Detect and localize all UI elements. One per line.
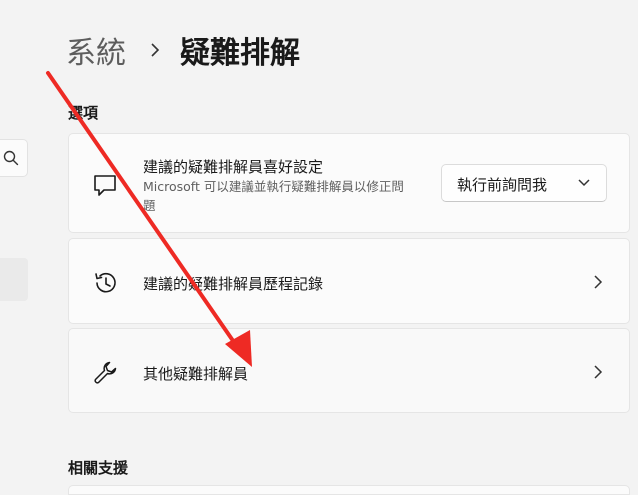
options-section-heading: 選項 — [68, 104, 99, 122]
chevron-right-icon — [594, 275, 603, 289]
wrench-icon — [94, 361, 117, 384]
troubleshooter-history-card[interactable]: 建議的疑難排解員歷程記錄 — [68, 238, 630, 324]
history-title: 建議的疑難排解員歷程記錄 — [143, 275, 324, 293]
dropdown-selected-value: 執行前詢問我 — [457, 176, 548, 194]
breadcrumb-parent-system[interactable]: 系統 — [66, 28, 126, 72]
preferences-title: 建議的疑難排解員喜好設定 — [143, 158, 324, 176]
chat-bubble-icon — [94, 175, 116, 196]
preferences-description: Microsoft 可以建議並執行疑難排解員以修正問題 — [143, 179, 404, 213]
breadcrumb: 系統 疑難排解 — [66, 28, 300, 72]
page-title: 疑難排解 — [180, 36, 300, 71]
related-support-card[interactable] — [68, 485, 630, 495]
troubleshooter-preferences-card: 建議的疑難排解員喜好設定 Microsoft 可以建議並執行疑難排解員以修正問題… — [68, 133, 630, 233]
troubleshooter-preference-dropdown[interactable]: 執行前詢問我 — [441, 164, 607, 202]
search-icon — [3, 150, 19, 166]
related-support-heading: 相關支援 — [68, 459, 129, 477]
sidebar-selected-item[interactable] — [0, 258, 28, 301]
chevron-right-icon — [151, 43, 160, 57]
sidebar-search-box[interactable] — [0, 139, 28, 177]
history-icon — [95, 272, 116, 293]
other-troubleshooters-card[interactable]: 其他疑難排解員 — [68, 328, 630, 413]
other-troubleshooters-title: 其他疑難排解員 — [143, 365, 249, 383]
chevron-right-icon — [594, 365, 603, 379]
chevron-down-icon — [578, 179, 590, 187]
